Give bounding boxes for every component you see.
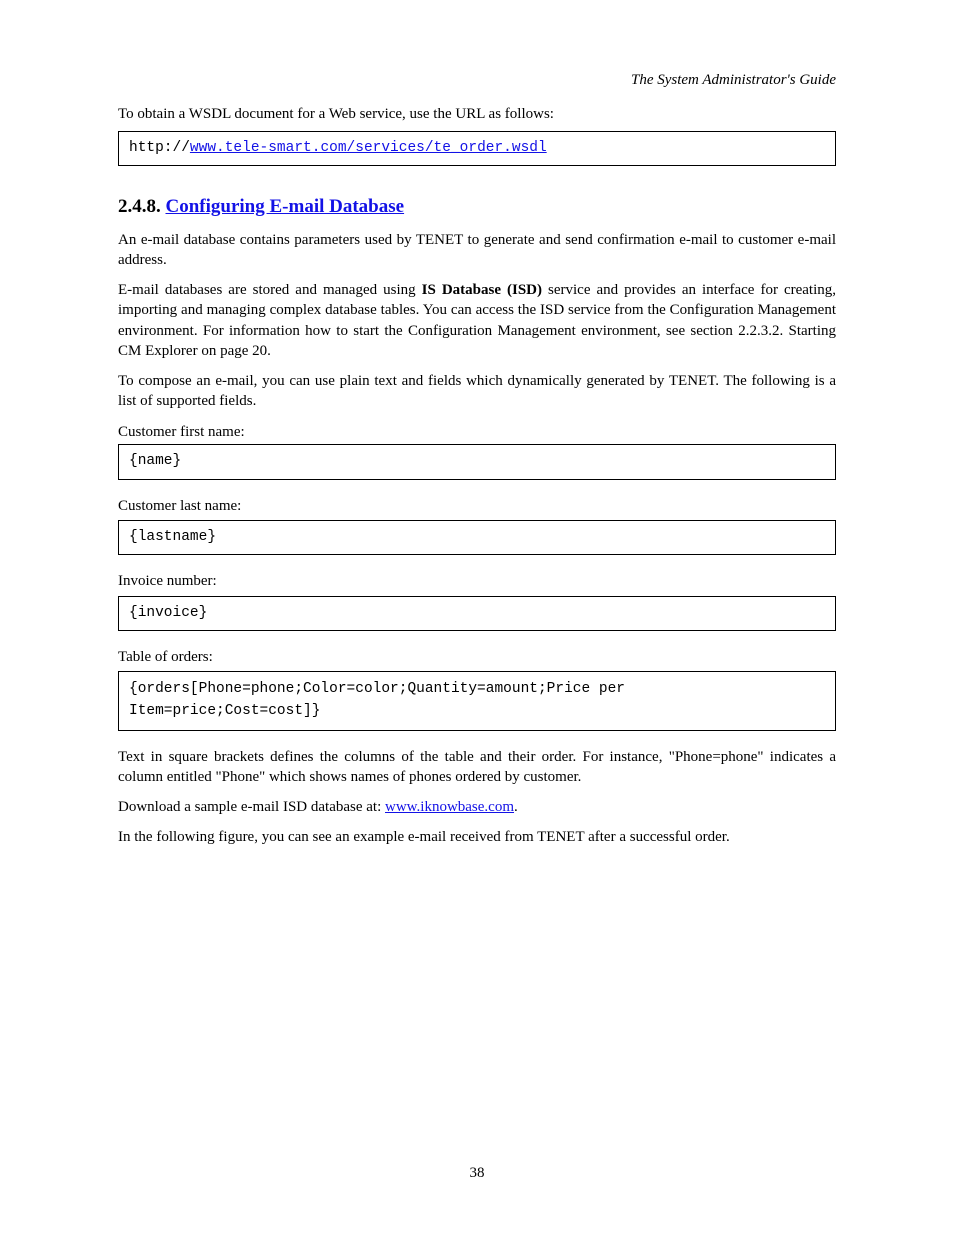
download-post: . [514,799,518,815]
p2-part1: E-mail databases are stored and managed … [118,282,422,298]
wsdl-url-link[interactable]: www.tele-smart.com/services/te_order.wsd… [190,140,547,156]
field3-box: {invoice} [118,596,836,632]
field1-box: {name} [118,444,836,480]
wsdl-url-prefix: http:// [129,140,190,156]
field1-value: {name} [129,453,181,469]
download-pre: Download a sample e-mail ISD database at… [118,799,385,815]
orders-explain: Text in square brackets defines the colu… [118,747,836,788]
field4-box: {orders[Phone=phone;Color=color;Quantity… [118,671,836,730]
figure-caption: In the following figure, you can see an … [118,827,836,847]
page-header-right: The System Administrator's Guide [118,70,836,90]
intro-text: To obtain a WSDL document for a Web serv… [118,104,836,124]
field2-intro: Customer last name: [118,496,836,516]
para-intro-1: An e-mail database contains parameters u… [118,230,836,271]
para-intro-2: E-mail databases are stored and managed … [118,280,836,361]
section-number: 2.4.8. [118,196,161,217]
section-title[interactable]: Configuring E-mail Database [166,196,405,217]
section-heading: 2.4.8. Configuring E-mail Database [118,194,836,220]
download-link[interactable]: www.iknowbase.com [385,799,514,815]
p2-bold: IS Database (ISD) [422,282,542,298]
wsdl-url-box: http://www.tele-smart.com/services/te_or… [118,131,836,167]
para-fields-intro: To compose an e-mail, you can use plain … [118,371,836,412]
page-container: The System Administrator's Guide To obta… [0,0,954,1235]
field3-intro: Invoice number: [118,571,836,591]
field1-intro: Customer first name: [118,422,836,442]
field2-value: {lastname} [129,529,216,545]
field4-value: {orders[Phone=phone;Color=color;Quantity… [129,681,625,719]
field3-value: {invoice} [129,605,207,621]
field4-intro: Table of orders: [118,647,836,667]
field2-box: {lastname} [118,520,836,556]
download-line: Download a sample e-mail ISD database at… [118,797,836,817]
page-number: 38 [0,1163,954,1183]
